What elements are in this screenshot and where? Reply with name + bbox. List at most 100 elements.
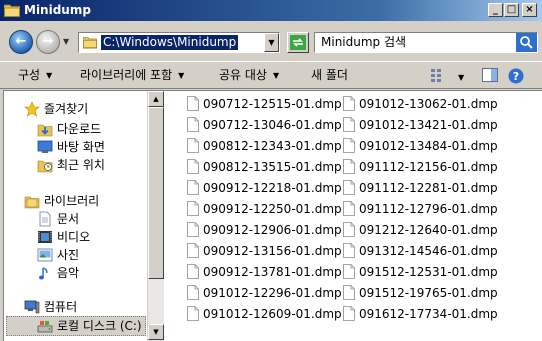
scroll-thumb[interactable] — [148, 107, 164, 279]
nav-label: 즐겨찾기 — [44, 102, 89, 116]
drive-icon — [37, 321, 53, 333]
nav-label: 컴퓨터 — [44, 300, 78, 314]
desktop-icon — [37, 140, 53, 153]
share-label: 공유 대상 — [219, 68, 267, 82]
scroll-down-button[interactable]: ▼ — [148, 324, 164, 340]
refresh-icon — [290, 35, 306, 50]
organize-menu[interactable]: 구성 ▼ — [18, 67, 52, 85]
computer-icon — [24, 300, 40, 314]
file-icon — [343, 243, 355, 258]
file-icon — [187, 264, 199, 279]
file-icon — [187, 159, 199, 174]
organize-label: 구성 — [18, 68, 41, 82]
back-arrow-icon: ← — [15, 34, 27, 49]
file-icon — [343, 117, 355, 132]
file-name: 091312-14546-01.dmp — [359, 244, 498, 258]
file-icon — [343, 222, 355, 237]
back-button[interactable]: ← — [9, 30, 33, 54]
file-icon — [343, 96, 355, 111]
include-library-menu[interactable]: 라이브러리에 포함 ▼ — [80, 67, 184, 85]
nav-label: 라이브러리 — [44, 194, 100, 208]
downloads-icon — [37, 124, 53, 137]
search-input[interactable]: Minidump 검색 — [314, 32, 538, 53]
documents-icon — [39, 211, 51, 227]
title-bar[interactable]: Minidump _ □ × — [0, 0, 542, 21]
file-name: 090812-13515-01.dmp — [203, 160, 342, 174]
music-icon — [39, 267, 48, 280]
refresh-button[interactable] — [287, 32, 309, 53]
address-dropdown-button[interactable]: ▼ — [264, 33, 279, 52]
file-name: 090912-13781-01.dmp — [203, 265, 342, 279]
file-icon — [187, 96, 199, 111]
search-button[interactable] — [516, 33, 537, 52]
file-name: 090712-12515-01.dmp — [203, 97, 342, 111]
file-name: 090912-12906-01.dmp — [203, 223, 342, 237]
address-bar[interactable]: C:\Windows\Minidump ▼ — [78, 32, 280, 53]
file-name: 091012-13484-01.dmp — [359, 139, 498, 153]
file-icon — [187, 285, 199, 300]
file-name: 090812-12343-01.dmp — [203, 139, 342, 153]
preview-pane-icon[interactable] — [482, 68, 498, 82]
nav-label: 비디오 — [57, 230, 91, 244]
file-name: 090912-12250-01.dmp — [203, 202, 342, 216]
nav-label: 사진 — [57, 248, 80, 262]
forward-arrow-icon: → — [42, 34, 54, 49]
view-dropdown-icon[interactable]: ▼ — [458, 70, 464, 86]
libraries-icon — [24, 196, 40, 209]
svg-text:?: ? — [513, 70, 519, 83]
new-folder-label: 새 폴더 — [311, 68, 348, 82]
include-library-label: 라이브러리에 포함 — [80, 68, 173, 82]
minimize-button[interactable]: _ — [488, 3, 503, 17]
nav-label: 바탕 화면 — [57, 140, 105, 154]
search-placeholder: Minidump 검색 — [321, 35, 407, 49]
window-title: Minidump — [24, 3, 91, 17]
nav-label: 최근 위치 — [57, 158, 105, 172]
file-icon — [343, 180, 355, 195]
address-path[interactable]: C:\Windows\Minidump — [101, 35, 239, 50]
file-icon — [187, 138, 199, 153]
folder-icon — [83, 37, 97, 49]
nav-label: 음악 — [57, 266, 80, 280]
file-name: 091012-12296-01.dmp — [203, 286, 342, 300]
file-icon — [187, 117, 199, 132]
forward-button[interactable]: → — [36, 30, 60, 54]
view-options-icon[interactable] — [430, 68, 446, 82]
share-menu[interactable]: 공유 대상 ▼ — [219, 67, 279, 85]
file-icon — [187, 201, 199, 216]
file-icon — [343, 201, 355, 216]
file-icon — [343, 138, 355, 153]
pictures-icon — [37, 248, 53, 262]
file-icon — [343, 264, 355, 279]
file-icon — [187, 180, 199, 195]
command-bar: 구성 ▼ 라이브러리에 포함 ▼ 공유 대상 ▼ 새 폴더 ▼ ? — [0, 61, 542, 89]
file-name: 090912-12218-01.dmp — [203, 181, 342, 195]
nav-label: 로컬 디스크 (C:) — [57, 319, 142, 333]
maximize-button[interactable]: □ — [504, 3, 519, 17]
chevron-down-icon: ▼ — [272, 71, 280, 80]
file-name: 091212-12640-01.dmp — [359, 223, 498, 237]
scroll-up-button[interactable]: ▲ — [148, 91, 164, 107]
nav-scrollbar[interactable]: ▲ ▼ — [147, 91, 164, 341]
recent-pages-dropdown[interactable]: ▼ — [63, 37, 69, 46]
file-name: 090912-13156-01.dmp — [203, 244, 342, 258]
file-name: 091112-12796-01.dmp — [359, 202, 498, 216]
file-name: 091512-19765-01.dmp — [359, 286, 498, 300]
chevron-down-icon: ▼ — [46, 71, 53, 80]
file-name: 090712-13046-01.dmp — [203, 118, 342, 132]
file-name: 091512-12531-01.dmp — [359, 265, 498, 279]
explorer-main: 즐겨찾기 다운로드 바탕 화면 최근 위치 라이브러리 문서 비디오 사진 음악… — [3, 90, 542, 341]
file-icon — [187, 306, 199, 321]
file-icon — [343, 285, 355, 300]
file-icon — [187, 222, 199, 237]
close-button[interactable]: × — [522, 3, 537, 17]
file-name: 091012-12609-01.dmp — [203, 307, 342, 321]
help-icon[interactable]: ? — [508, 68, 524, 84]
file-name: 091012-13062-01.dmp — [359, 97, 498, 111]
file-name: 091112-12156-01.dmp — [359, 160, 498, 174]
new-folder-button[interactable]: 새 폴더 — [311, 67, 348, 83]
search-icon — [520, 36, 533, 49]
videos-icon — [38, 231, 52, 243]
recent-places-icon — [37, 160, 53, 173]
folder-icon — [4, 4, 20, 17]
file-name: 091612-17734-01.dmp — [359, 307, 498, 321]
